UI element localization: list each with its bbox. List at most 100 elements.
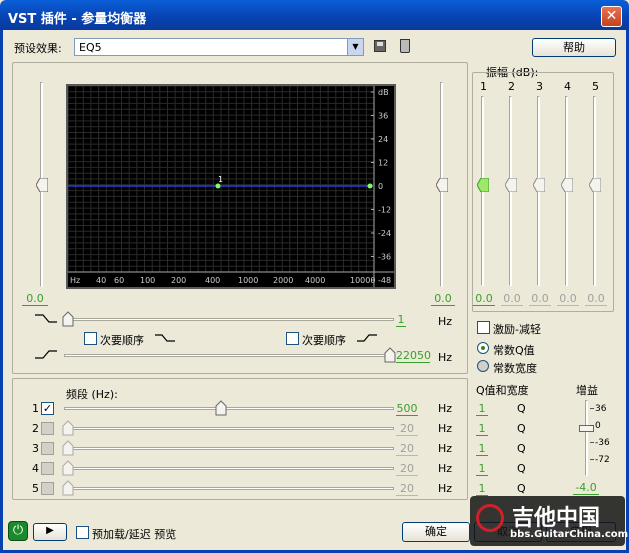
amplitude-slider-thumb[interactable] xyxy=(589,178,601,192)
band-frequency-track[interactable] xyxy=(64,487,394,490)
amplitude-channel-label: 2 xyxy=(508,80,515,93)
band-frequency-thumb[interactable] xyxy=(62,480,74,496)
power-icon[interactable]: ⏻ xyxy=(8,521,28,541)
amplitude-slider-thumb[interactable] xyxy=(533,178,545,192)
highshelf-node[interactable] xyxy=(367,183,373,189)
amplitude-slider-thumb[interactable] xyxy=(561,178,573,192)
band-frequency-thumb[interactable] xyxy=(62,420,74,436)
watermark-url: bbs.GuitarChina.com xyxy=(510,529,629,540)
hz-tick-label: 2000 xyxy=(273,276,293,285)
band-number: 4 xyxy=(32,462,39,475)
amplitude-channel-label: 1 xyxy=(480,80,487,93)
lowshelf-track[interactable] xyxy=(64,318,394,321)
right-slider-thumb[interactable] xyxy=(436,178,448,192)
band-frequency-thumb[interactable] xyxy=(62,440,74,456)
band-1-node[interactable] xyxy=(215,183,221,189)
preset-dropdown[interactable]: EQ5 ▼ xyxy=(74,38,364,56)
band-enable-checkbox[interactable] xyxy=(41,462,54,475)
watermark: 吉他中国 bbs.GuitarChina.com xyxy=(470,496,629,546)
highshelf-thumb[interactable] xyxy=(384,347,396,363)
highshelf-order-label: 次要顺序 xyxy=(302,334,346,347)
lowshelf-value[interactable]: 1 xyxy=(396,313,406,327)
band-q-label: Q xyxy=(517,442,526,455)
highshelf-icon xyxy=(35,350,57,359)
excite-checkbox[interactable] xyxy=(477,321,490,334)
const-width-radio[interactable] xyxy=(477,360,489,372)
band-frequency-track[interactable] xyxy=(64,467,394,470)
amplitude-channel-label: 5 xyxy=(592,80,599,93)
highshelf-value[interactable]: 22050 xyxy=(396,349,431,363)
left-slider-thumb[interactable] xyxy=(36,178,48,192)
amplitude-slider-thumb[interactable] xyxy=(477,178,489,192)
amplitude-value[interactable]: 0.0 xyxy=(557,292,579,306)
db-tick-label: -12 xyxy=(378,206,391,215)
band-frequency-track[interactable] xyxy=(64,407,394,410)
band-q-label: Q xyxy=(517,402,526,415)
eq-graph-canvas[interactable]: dB 36 24 12 0 -12 -24 -36 -48 Hz 40 60 100 200 400 1000… xyxy=(67,85,394,287)
band-enable-checkbox[interactable] xyxy=(41,482,54,495)
eq-graph[interactable]: dB 36 24 12 0 -12 -24 -36 -48 Hz 40 60 100 200 400 1000… xyxy=(66,84,396,289)
amplitude-value[interactable]: 0.0 xyxy=(585,292,607,306)
gain-tick-label: -36 xyxy=(595,438,610,448)
hz-tick-label: 40 xyxy=(96,276,106,285)
band-enable-checkbox[interactable]: ✓ xyxy=(41,402,54,415)
db-tick-label: 0 xyxy=(378,182,383,191)
amplitude-value[interactable]: 0.0 xyxy=(529,292,551,306)
gain-track[interactable] xyxy=(585,400,588,476)
amplitude-slider-thumb[interactable] xyxy=(505,178,517,192)
band-frequency-unit: Hz xyxy=(438,482,453,495)
hz-tick-label: Hz xyxy=(70,276,80,285)
preset-value: EQ5 xyxy=(79,41,102,54)
ok-button[interactable]: 确定 xyxy=(402,522,470,542)
watermark-text: 吉他中国 xyxy=(512,506,601,531)
hz-tick-label: 200 xyxy=(171,276,186,285)
band-frequency-thumb[interactable] xyxy=(215,400,227,416)
band-frequency-track[interactable] xyxy=(64,447,394,450)
hz-tick-label: 10000 xyxy=(350,276,375,285)
lowshelf-unit: Hz xyxy=(438,315,453,328)
band-frequency-value[interactable]: 20 xyxy=(396,422,418,436)
left-slider-value[interactable]: 0.0 xyxy=(22,292,48,306)
hz-tick-label: 400 xyxy=(205,276,220,285)
const-width-label: 常数宽度 xyxy=(493,362,537,375)
band-enable-checkbox[interactable] xyxy=(41,442,54,455)
band-frequency-value[interactable]: 20 xyxy=(396,442,418,456)
lowshelf-order-checkbox[interactable] xyxy=(84,332,97,345)
play-button[interactable]: ▶ xyxy=(33,523,67,541)
save-icon[interactable] xyxy=(374,40,386,52)
gain-value[interactable]: -4.0 xyxy=(573,481,599,495)
help-button[interactable]: 帮助 xyxy=(532,38,616,57)
band-frequency-thumb[interactable] xyxy=(62,460,74,476)
band-q-value[interactable]: 1 xyxy=(476,402,488,416)
gain-tick-label: 0 xyxy=(595,421,601,431)
gain-thumb[interactable] xyxy=(579,425,594,432)
window-title: VST 插件 - 参量均衡器 xyxy=(8,12,147,27)
highshelf-order-checkbox[interactable] xyxy=(286,332,299,345)
watermark-logo xyxy=(476,504,504,532)
band-number: 1 xyxy=(32,402,39,415)
band-frequency-value[interactable]: 20 xyxy=(396,482,418,496)
highshelf-track[interactable] xyxy=(64,354,394,357)
chevron-down-icon[interactable]: ▼ xyxy=(347,39,363,55)
close-button[interactable]: ✕ xyxy=(601,6,622,27)
band-enable-checkbox[interactable] xyxy=(41,422,54,435)
lowshelf-thumb[interactable] xyxy=(62,311,74,327)
band-q-value[interactable]: 1 xyxy=(476,462,488,476)
amplitude-value[interactable]: 0.0 xyxy=(501,292,523,306)
lowshelf-order-icon xyxy=(155,334,175,342)
highshelf-unit: Hz xyxy=(438,351,453,364)
delete-icon[interactable] xyxy=(400,39,410,53)
band-q-value[interactable]: 1 xyxy=(476,442,488,456)
preload-checkbox[interactable] xyxy=(76,526,89,539)
title-bar: VST 插件 - 参量均衡器 ✕ xyxy=(0,0,629,30)
band-q-value[interactable]: 1 xyxy=(476,482,488,496)
band-frequency-value[interactable]: 20 xyxy=(396,462,418,476)
band-frequency-track[interactable] xyxy=(64,427,394,430)
db-tick-label: 12 xyxy=(378,159,388,168)
right-slider-value[interactable]: 0.0 xyxy=(431,292,455,306)
amplitude-value[interactable]: 0.0 xyxy=(473,292,495,306)
band-frequency-value[interactable]: 500 xyxy=(396,402,418,416)
band-q-value[interactable]: 1 xyxy=(476,422,488,436)
const-q-radio[interactable] xyxy=(477,342,489,354)
db-tick-label: 36 xyxy=(378,112,388,121)
